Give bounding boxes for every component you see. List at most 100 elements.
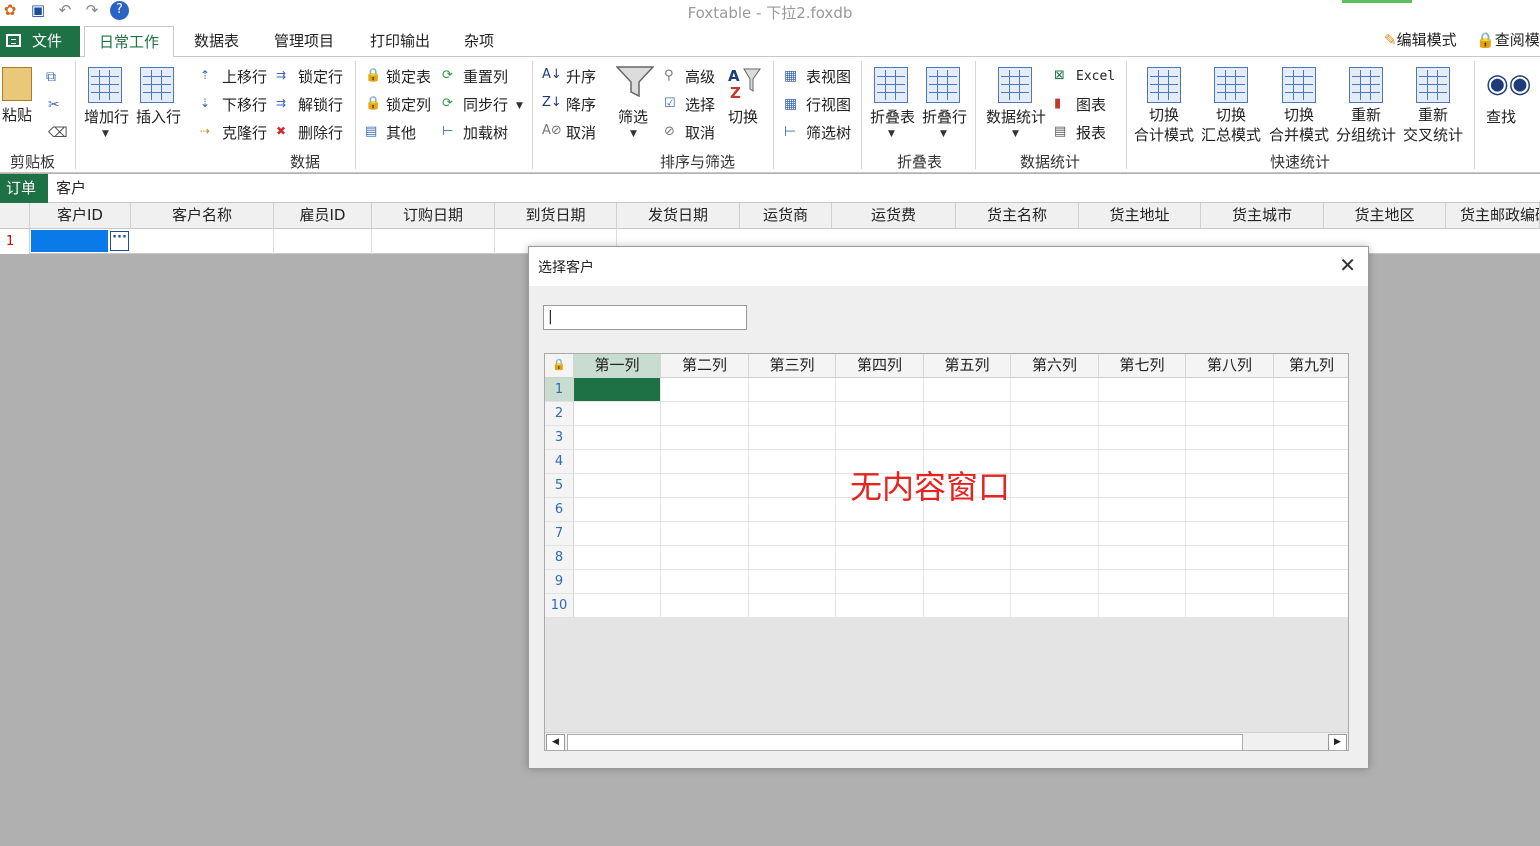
- grid-cell[interactable]: [1011, 522, 1099, 546]
- grid-cell[interactable]: [924, 546, 1011, 570]
- grid-cell[interactable]: [1099, 474, 1186, 498]
- table-view-button[interactable]: 表视图: [806, 67, 851, 87]
- sort-asc-button[interactable]: 升序: [566, 67, 596, 87]
- horizontal-scrollbar[interactable]: ◀ ▶: [545, 732, 1348, 750]
- grid-cell[interactable]: [1099, 570, 1186, 594]
- grid-cell[interactable]: [661, 594, 749, 618]
- reset-column-button[interactable]: 重置列: [463, 67, 508, 87]
- filter-tree-button[interactable]: 筛选树: [806, 123, 851, 143]
- delete-row-button[interactable]: 删除行: [298, 123, 343, 143]
- grid-cell[interactable]: [574, 402, 661, 426]
- grid-cell[interactable]: [661, 522, 749, 546]
- grid-cell[interactable]: [749, 378, 836, 402]
- insert-row-button[interactable]: 插入行: [136, 107, 181, 127]
- grid-cell[interactable]: [1186, 498, 1274, 522]
- column-header[interactable]: 运货费: [832, 203, 956, 229]
- grid-cell[interactable]: [1011, 546, 1099, 570]
- grid-cell[interactable]: [1011, 570, 1099, 594]
- grid-cell[interactable]: [836, 522, 924, 546]
- grid-cell[interactable]: [574, 474, 661, 498]
- table-cell[interactable]: [372, 229, 495, 254]
- grid-cell[interactable]: [1274, 546, 1348, 570]
- fold-row-caret-icon[interactable]: ▼: [940, 129, 947, 139]
- filter-caret-icon[interactable]: ▼: [630, 129, 637, 139]
- lock-icon[interactable]: 🔒: [545, 354, 574, 378]
- chart-button[interactable]: 图表: [1076, 95, 1106, 115]
- tab-data-tables[interactable]: 数据表: [180, 26, 253, 57]
- grid-cell[interactable]: [1186, 450, 1274, 474]
- sort-cancel-button[interactable]: 取消: [566, 123, 596, 143]
- tab-misc[interactable]: 杂项: [450, 26, 508, 57]
- scroll-left-icon[interactable]: ◀: [546, 734, 565, 750]
- grid-cell[interactable]: [1099, 450, 1186, 474]
- grid-cell[interactable]: [1186, 570, 1274, 594]
- column-header[interactable]: 货主城市: [1201, 203, 1324, 229]
- copy-icon[interactable]: ⧉: [46, 69, 56, 85]
- cancel-filter-button[interactable]: 取消: [685, 123, 715, 143]
- grid-cell[interactable]: [1099, 522, 1186, 546]
- grid-cell[interactable]: [661, 546, 749, 570]
- grid-cell[interactable]: [1011, 378, 1099, 402]
- grid-cell[interactable]: [1274, 570, 1348, 594]
- grid-cell[interactable]: [1011, 594, 1099, 618]
- column-header[interactable]: 第四列: [836, 354, 924, 378]
- column-header[interactable]: 第七列: [1099, 354, 1186, 378]
- column-header[interactable]: 货主邮政编码: [1446, 203, 1540, 229]
- grid-cell[interactable]: [749, 546, 836, 570]
- column-header[interactable]: 到货日期: [495, 203, 617, 229]
- grid-cell[interactable]: [924, 522, 1011, 546]
- move-up-button[interactable]: 上移行: [222, 67, 267, 87]
- sync-row-caret-icon[interactable]: ▼: [516, 101, 523, 111]
- select-filter-button[interactable]: 选择: [685, 95, 715, 115]
- table-cell[interactable]: [131, 229, 274, 254]
- cut-icon[interactable]: ✂: [48, 97, 60, 113]
- column-header[interactable]: 货主名称: [956, 203, 1079, 229]
- grid-cell[interactable]: [1011, 474, 1099, 498]
- grid-cell[interactable]: [1186, 402, 1274, 426]
- lock-column-button[interactable]: 锁定列: [386, 95, 431, 115]
- grid-cell[interactable]: [1011, 498, 1099, 522]
- grid-cell[interactable]: [836, 546, 924, 570]
- grid-cell[interactable]: [924, 402, 1011, 426]
- grid-cell[interactable]: [574, 450, 661, 474]
- toggle-summary-mode-button[interactable]: 切换 汇总模式: [1201, 105, 1261, 145]
- grid-cell[interactable]: [749, 426, 836, 450]
- grid-cell[interactable]: [1186, 378, 1274, 402]
- grid-cell[interactable]: [924, 426, 1011, 450]
- grid-cell[interactable]: [749, 498, 836, 522]
- clone-row-button[interactable]: 克隆行: [222, 123, 267, 143]
- toggle-merge-mode-button[interactable]: 切换 合并模式: [1269, 105, 1329, 145]
- grid-cell[interactable]: [661, 378, 749, 402]
- grid-cell[interactable]: [836, 426, 924, 450]
- grid-cell[interactable]: [1099, 402, 1186, 426]
- eraser-icon[interactable]: ⌫: [48, 125, 68, 141]
- column-header[interactable]: 第二列: [661, 354, 749, 378]
- grid-cell[interactable]: [749, 594, 836, 618]
- other-button[interactable]: 其他: [386, 123, 416, 143]
- column-header[interactable]: 货主地址: [1079, 203, 1201, 229]
- grid-cell[interactable]: [1099, 498, 1186, 522]
- grid-cell[interactable]: [1274, 426, 1348, 450]
- load-tree-button[interactable]: 加载树: [463, 123, 508, 143]
- grid-cell[interactable]: [1011, 402, 1099, 426]
- grid-cell[interactable]: [1099, 426, 1186, 450]
- toggle-total-mode-button[interactable]: 切换 合计模式: [1134, 105, 1194, 145]
- filter-button[interactable]: 筛选: [618, 107, 648, 127]
- unlock-row-button[interactable]: 解锁行: [298, 95, 343, 115]
- grid-cell[interactable]: [749, 474, 836, 498]
- column-header[interactable]: 第五列: [924, 354, 1011, 378]
- table-cell[interactable]: [274, 229, 372, 254]
- edit-mode-button[interactable]: ✎编辑模式: [1384, 26, 1457, 57]
- grid-cell[interactable]: [574, 522, 661, 546]
- data-stats-caret-icon[interactable]: ▼: [1012, 129, 1019, 139]
- fold-row-button[interactable]: 折叠行: [922, 107, 967, 127]
- column-header[interactable]: 第九列: [1274, 354, 1348, 378]
- grid-cell[interactable]: [661, 426, 749, 450]
- scrollbar-thumb[interactable]: [567, 734, 1243, 750]
- report-button[interactable]: 报表: [1076, 123, 1106, 143]
- grid-cell[interactable]: [1099, 594, 1186, 618]
- grid-cell[interactable]: [1274, 594, 1348, 618]
- grid-cell[interactable]: [661, 402, 749, 426]
- grid-cell[interactable]: [749, 570, 836, 594]
- selected-cell[interactable]: [31, 230, 108, 252]
